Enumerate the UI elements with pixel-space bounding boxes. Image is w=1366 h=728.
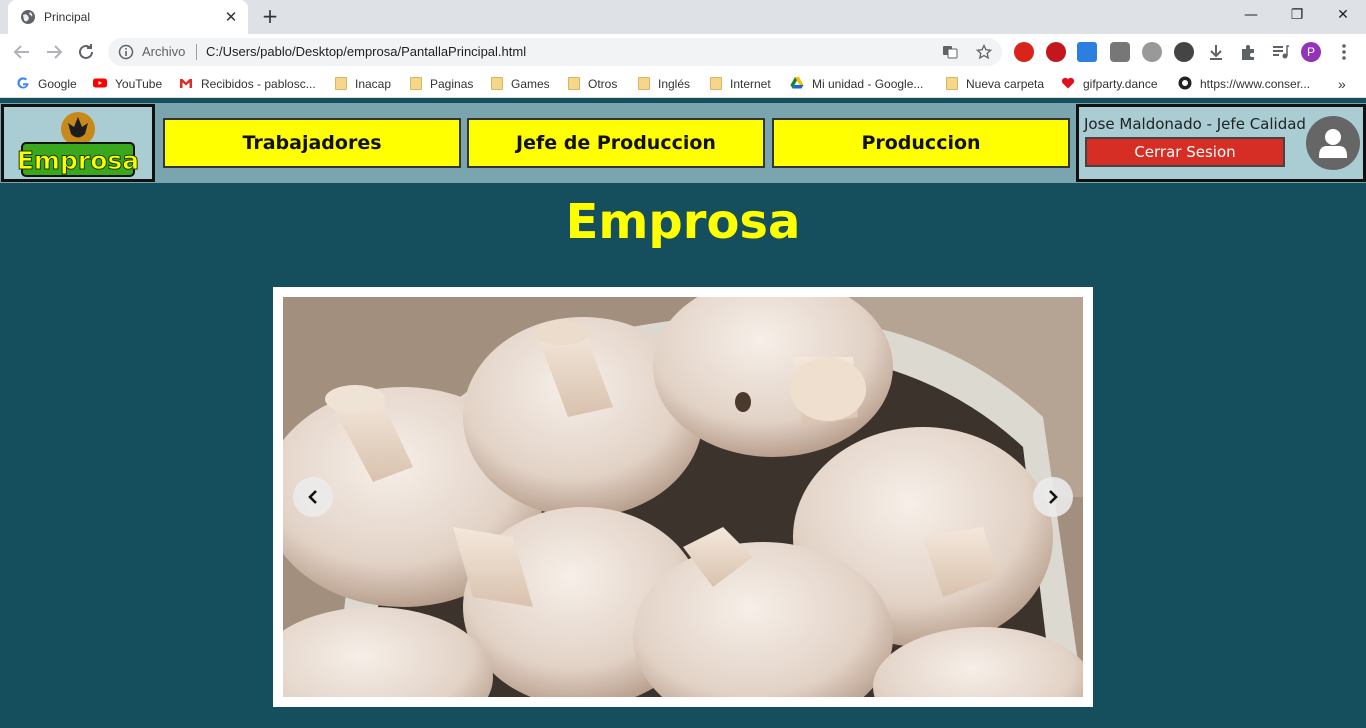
star-icon[interactable] <box>976 44 992 60</box>
user-panel: Jose Maldonado - Jefe Calidad Cerrar Ses… <box>1076 104 1366 182</box>
bookmark-otros[interactable]: Otros <box>568 76 617 92</box>
bookmark-youtube[interactable]: YouTube <box>93 76 162 92</box>
folder-icon <box>491 77 503 90</box>
browser-tabstrip: Principal ✕ + — ❐ ✕ <box>0 0 1366 34</box>
address-bar[interactable]: Archivo C:/Users/pablo/Desktop/emprosa/P… <box>108 38 1002 66</box>
folder-icon <box>638 77 650 90</box>
tab-title: Principal <box>44 10 91 24</box>
bookmark-gifparty[interactable]: gifparty.dance <box>1061 76 1158 92</box>
bookmark-conser[interactable]: https://www.conser... <box>1178 76 1310 92</box>
user-name: Jose Maldonado - Jefe Calidad <box>1084 115 1306 133</box>
bookmark-gmail[interactable]: Recibidos - pablosc... <box>179 76 316 92</box>
logo-container[interactable]: Emprosa <box>1 104 155 182</box>
address-divider <box>196 44 197 60</box>
logout-button[interactable]: Cerrar Sesion <box>1085 137 1285 167</box>
restore-button[interactable]: ❐ <box>1274 0 1320 30</box>
image-carousel[interactable] <box>273 287 1093 707</box>
back-icon[interactable] <box>10 40 34 64</box>
globe-icon <box>21 10 35 24</box>
gmail-icon <box>180 79 192 88</box>
extensions-puzzle-icon[interactable] <box>1238 42 1258 62</box>
download-icon[interactable] <box>1206 42 1226 62</box>
film-extension-icon[interactable] <box>1142 42 1162 62</box>
page-title: Emprosa <box>565 194 801 250</box>
media-queue-icon[interactable] <box>1270 42 1290 62</box>
download-circle-icon[interactable] <box>1174 42 1194 62</box>
profile-avatar-icon[interactable]: P <box>1301 42 1321 62</box>
bookmarks-overflow-button[interactable]: » <box>1338 76 1346 92</box>
cube-extension-icon[interactable] <box>1110 42 1130 62</box>
adblock-icon[interactable] <box>1046 42 1066 62</box>
forward-icon[interactable] <box>42 40 66 64</box>
tab-close-icon[interactable]: ✕ <box>222 8 240 26</box>
bookmarks-bar: Google YouTube Recibidos - pablosc... In… <box>0 70 1366 98</box>
carousel-slide-mushrooms <box>283 297 1083 697</box>
chevron-left-icon <box>308 490 317 504</box>
site-navbar: Emprosa Trabajadores Jefe de Produccion … <box>0 103 1366 183</box>
folder-icon <box>710 77 722 90</box>
svg-text:Emprosa: Emprosa <box>17 146 139 175</box>
nav-jefe-de-produccion[interactable]: Jefe de Produccion <box>467 118 765 168</box>
translate-icon[interactable] <box>942 44 958 60</box>
emprosa-logo: Emprosa <box>16 112 140 177</box>
nav-trabajadores[interactable]: Trabajadores <box>163 118 461 168</box>
url-text[interactable]: C:/Users/pablo/Desktop/emprosa/PantallaP… <box>206 44 526 59</box>
folder-icon <box>568 77 580 90</box>
google-icon <box>17 77 29 89</box>
drive-icon <box>790 77 804 89</box>
bookmark-paginas[interactable]: Paginas <box>410 76 473 92</box>
bookmark-ingles[interactable]: Inglés <box>638 76 690 92</box>
browser-tab[interactable]: Principal ✕ <box>8 0 248 34</box>
youtube-icon <box>93 78 107 88</box>
new-tab-button[interactable]: + <box>258 6 282 28</box>
folder-icon <box>946 77 958 90</box>
heart-icon <box>1061 77 1075 89</box>
carousel-next-button[interactable] <box>1033 477 1073 517</box>
folder-icon <box>335 77 347 90</box>
bookmark-games[interactable]: Games <box>491 76 550 92</box>
bookmark-nueva-carpeta[interactable]: Nueva carpeta <box>946 76 1044 92</box>
minimize-button[interactable]: — <box>1228 0 1274 30</box>
window-close-button[interactable]: ✕ <box>1320 0 1366 30</box>
nav-produccion[interactable]: Produccion <box>772 118 1070 168</box>
new-extension-icon[interactable] <box>1077 42 1097 62</box>
bookmark-google[interactable]: Google <box>16 76 77 92</box>
chevron-right-icon <box>1049 490 1058 504</box>
user-avatar-icon[interactable] <box>1306 116 1360 170</box>
reload-icon[interactable] <box>74 40 98 64</box>
site-icon <box>1178 76 1192 90</box>
address-prefix: Archivo <box>142 44 186 59</box>
bookmark-drive[interactable]: Mi unidad - Google... <box>790 76 923 92</box>
browser-toolbar: Archivo C:/Users/pablo/Desktop/emprosa/P… <box>0 34 1366 70</box>
bookmark-internet[interactable]: Internet <box>710 76 771 92</box>
stop-extension-icon[interactable] <box>1014 42 1034 62</box>
menu-kebab-icon[interactable] <box>1334 42 1354 62</box>
bookmark-inacap[interactable]: Inacap <box>335 76 391 92</box>
carousel-prev-button[interactable] <box>293 477 333 517</box>
mushrooms-image <box>283 297 1083 697</box>
info-icon[interactable] <box>118 44 134 60</box>
folder-icon <box>410 77 422 90</box>
